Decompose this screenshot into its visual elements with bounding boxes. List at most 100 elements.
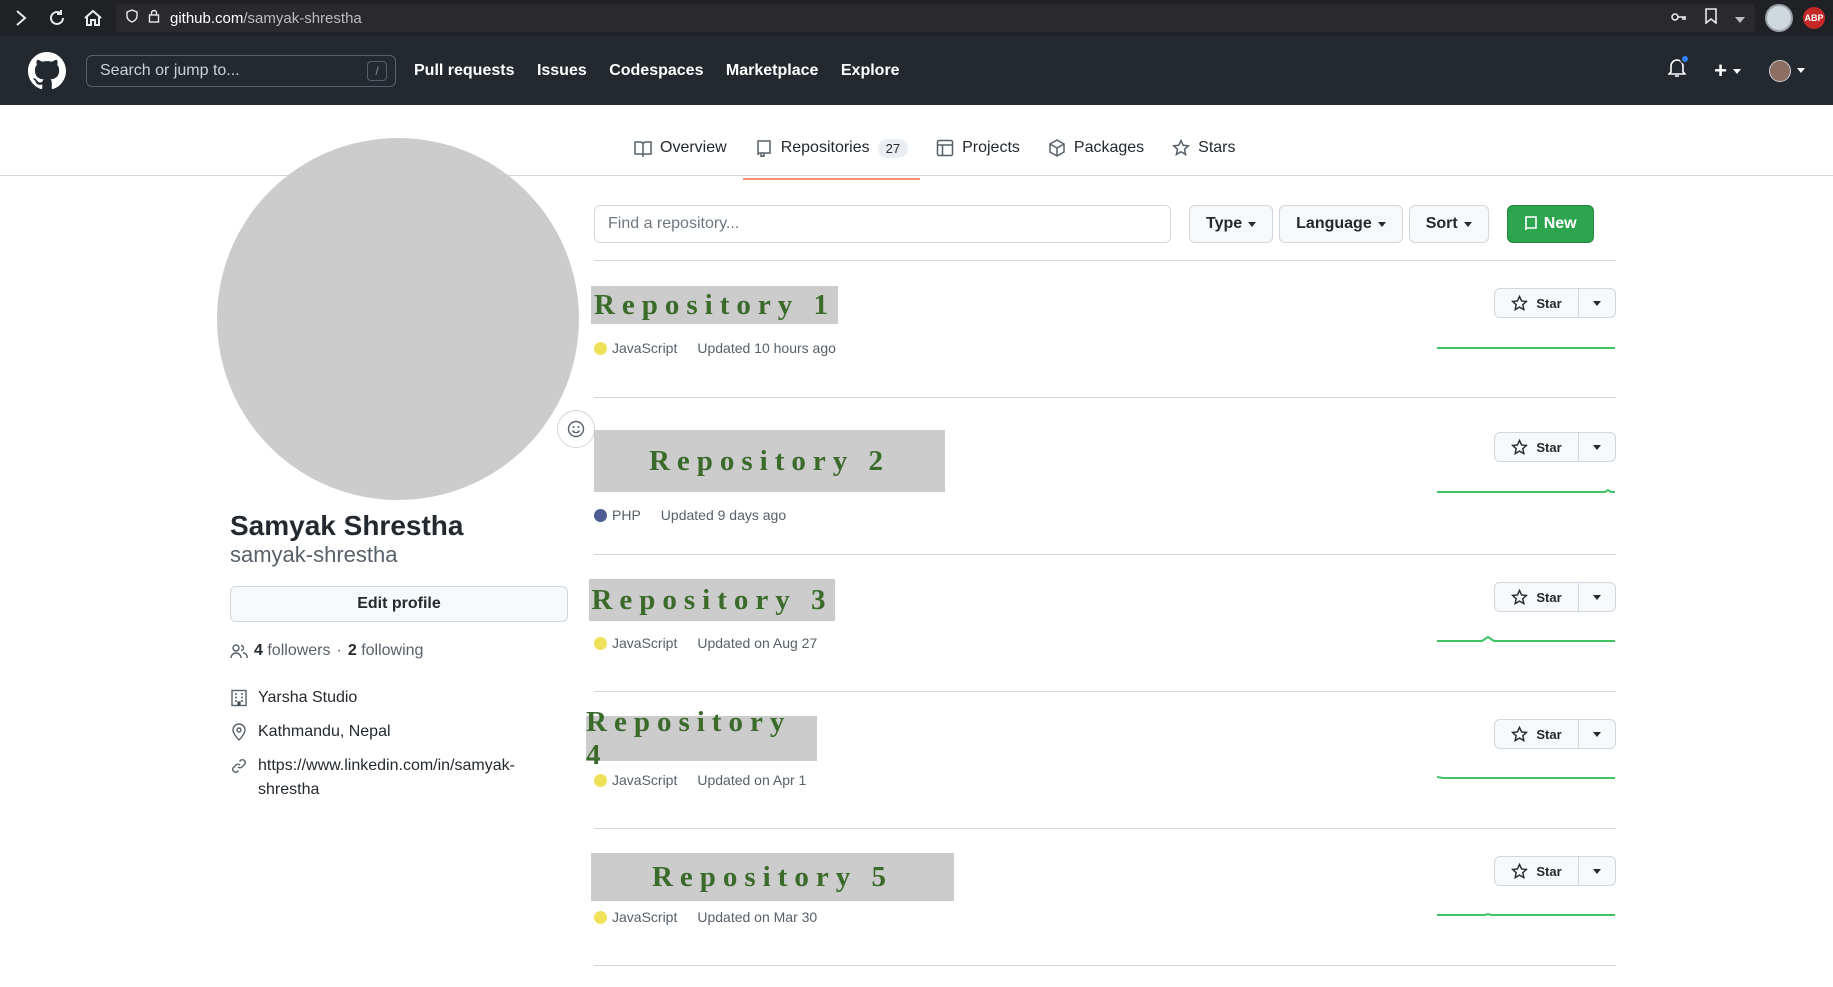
tab-overview[interactable]: Overview [620,135,741,177]
adblock-icon[interactable]: ABP [1803,7,1825,29]
global-search-input[interactable]: Search or jump to... / [86,54,396,87]
nav-explore[interactable]: Explore [841,62,900,79]
chevron-down-icon [1593,594,1601,600]
type-filter-button[interactable]: Type [1189,205,1274,243]
search-placeholder: Search or jump to... [100,61,240,79]
star-list-dropdown[interactable] [1579,289,1615,317]
star-label: Star [1536,726,1562,742]
star-button[interactable]: Star [1494,719,1616,749]
tab-repositories[interactable]: Repositories 27 [741,135,922,180]
star-button[interactable]: Star [1494,582,1616,612]
language-color-dot [594,508,607,522]
following-count: 2 [347,642,357,659]
chevron-down-icon [1593,731,1601,737]
follow-stats: 4 followers · 2 following [230,642,580,660]
search-shortcut-key: / [367,60,387,81]
address-bar[interactable]: github.com/samyak-shrestha [116,4,1755,32]
repo-updated: Updated 10 hours ago [697,340,836,356]
type-filter-label: Type [1206,215,1243,232]
edit-profile-button[interactable]: Edit profile [230,586,568,622]
tab-stars[interactable]: Stars [1158,135,1249,177]
sort-filter-button[interactable]: Sort [1408,205,1489,243]
dropdown-icon[interactable] [1735,10,1745,27]
browser-toolbar: github.com/samyak-shrestha ABP [0,0,1833,36]
key-icon[interactable] [1671,10,1687,27]
nav-marketplace[interactable]: Marketplace [726,62,819,79]
home-icon[interactable] [80,5,106,31]
list-item: Repository 4 JavaScript Updated on Apr 1… [586,692,1616,829]
nav-codespaces[interactable]: Codespaces [609,62,703,79]
star-icon [1511,588,1529,605]
list-item: Repository 1 JavaScript Updated 10 hours… [591,261,1616,398]
repo-meta: JavaScript Updated on Mar 30 [594,909,817,925]
url-path: /samyak-shrestha [243,9,362,27]
following-link[interactable]: 2 following [348,642,424,660]
repo-name-link[interactable]: Repository 1 [591,286,838,324]
language-color-dot [594,341,607,355]
star-button[interactable]: Star [1494,288,1616,318]
profile-details: Yarsha Studio Kathmandu, Nepal https://w… [230,686,580,802]
browser-profile-icon[interactable] [1765,4,1793,32]
notifications-button[interactable] [1667,54,1691,83]
repo-meta: JavaScript Updated 10 hours ago [594,340,836,356]
star-button[interactable]: Star [1494,856,1616,886]
followers-count: 4 [254,642,263,659]
new-repository-button[interactable]: New [1506,205,1594,243]
bookmark-icon[interactable] [1705,8,1717,28]
header-nav: Pull requests Issues Codespaces Marketpl… [414,62,918,80]
repositories-panel: Find a repository... Type Language Sort … [586,205,1616,966]
profile-website: https://www.linkedin.com/in/samyak-shres… [230,754,580,802]
star-label: Star [1536,863,1562,879]
shield-icon [126,9,138,27]
repo-language: JavaScript [612,909,678,925]
website-link[interactable]: https://www.linkedin.com/in/samyak-shres… [258,754,515,802]
star-list-dropdown[interactable] [1579,720,1615,748]
nav-pull-requests[interactable]: Pull requests [414,62,514,79]
profile-sidebar: Samyak Shrestha samyak-shrestha Edit pro… [217,138,595,812]
company-text: Yarsha Studio [258,689,358,706]
nav-issues[interactable]: Issues [537,62,587,79]
github-header: Search or jump to... / Pull requests Iss… [0,36,1833,105]
create-new-button[interactable]: + [1714,58,1741,84]
find-repository-input[interactable]: Find a repository... [594,205,1171,243]
star-list-dropdown[interactable] [1579,583,1615,611]
repo-name-link[interactable]: Repository 2 [594,430,945,492]
star-list-dropdown[interactable] [1579,857,1615,885]
repo-icon [1524,216,1537,231]
github-logo-icon[interactable] [28,51,66,90]
sort-filter-label: Sort [1425,215,1458,232]
forward-icon[interactable] [8,5,34,31]
language-color-dot [594,910,607,924]
plus-icon: + [1714,57,1727,83]
user-menu-button[interactable] [1769,59,1805,82]
repo-updated: Updated on Mar 30 [697,909,818,925]
tab-projects[interactable]: Projects [922,135,1034,177]
new-repository-label: New [1543,215,1577,232]
chevron-down-icon [1593,868,1601,874]
profile-avatar[interactable] [217,138,595,500]
language-filter-button[interactable]: Language [1279,205,1403,243]
book-icon [634,141,652,157]
star-button[interactable]: Star [1494,432,1616,462]
profile-full-name: Samyak Shrestha [230,510,464,541]
tab-packages[interactable]: Packages [1034,135,1158,177]
reload-icon[interactable] [44,5,70,31]
repo-name-link[interactable]: Repository 4 [586,706,817,771]
table-icon [936,139,954,157]
location-text: Kathmandu, Nepal [258,723,391,740]
repo-language: JavaScript [612,772,678,788]
star-list-dropdown[interactable] [1579,433,1615,461]
set-status-button[interactable] [557,410,595,448]
repo-name-link[interactable]: Repository 5 [591,853,954,901]
repo-updated: Updated 9 days ago [660,507,787,523]
followers-label: followers [267,642,331,659]
tab-repositories-label: Repositories [780,139,870,156]
package-icon [1049,139,1065,157]
list-item: Repository 2 PHP Updated 9 days ago Star [594,398,1616,555]
profile-username: samyak-shrestha [230,542,398,567]
repo-name-link[interactable]: Repository 3 [589,579,835,621]
repo-updated: Updated on Apr 1 [697,772,807,788]
followers-link[interactable]: 4 followers [254,642,331,660]
chevron-down-icon [1593,444,1601,450]
star-icon [1511,438,1529,455]
